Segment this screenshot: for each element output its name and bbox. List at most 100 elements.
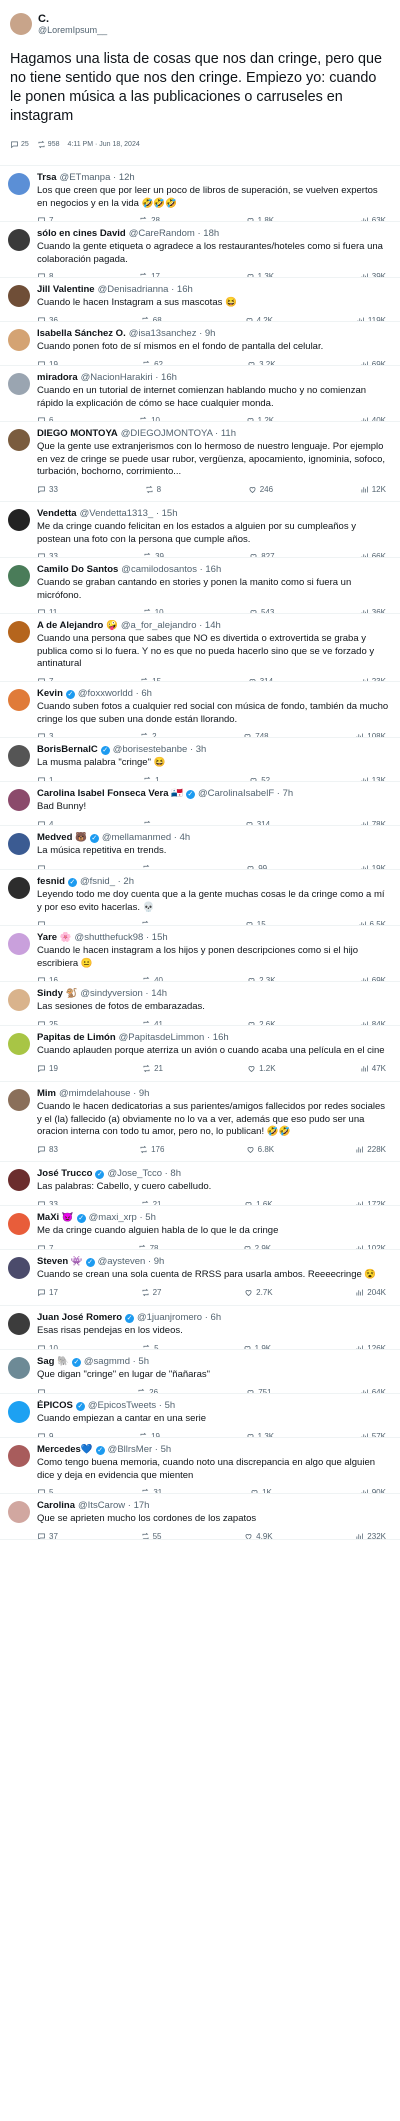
avatar[interactable] <box>8 877 30 899</box>
author-name[interactable]: C. <box>38 13 107 25</box>
author-handle[interactable]: @1juanjromero · 6h <box>137 1312 221 1324</box>
reply-item[interactable]: miradora @NacionHarakiri · 16h Cuando en u… <box>0 366 400 422</box>
avatar[interactable] <box>8 621 30 643</box>
reply-item[interactable]: Mercedes💙 ✓ @BllrsMer · 5h Como tengo buena… <box>0 1438 400 1494</box>
views-button[interactable]: 47K <box>360 1064 386 1073</box>
author-name[interactable]: Kevin <box>37 688 63 700</box>
avatar[interactable] <box>8 1033 30 1055</box>
reply-button[interactable]: 83 <box>37 1145 58 1154</box>
avatar[interactable] <box>8 1257 30 1279</box>
author-handle[interactable]: @CareRandom · 18h <box>129 228 219 240</box>
views-button[interactable]: 232K <box>355 1532 386 1539</box>
reply-item[interactable]: Yare 🌸 @shutthefuck98 · 15h Cuando le hace… <box>0 926 400 982</box>
views-button[interactable]: 204K <box>355 1288 386 1297</box>
author-name[interactable]: Trsa <box>37 172 57 184</box>
avatar[interactable] <box>8 373 30 395</box>
author-handle[interactable]: @LoremIpsum__ <box>38 25 107 36</box>
author-handle[interactable]: @CarolinaIsabelF · 7h <box>198 788 293 800</box>
author-handle[interactable]: @ETmanpa · 12h <box>60 172 135 184</box>
reply-button[interactable]: 37 <box>37 1532 58 1539</box>
author-name[interactable]: miradora <box>37 372 78 384</box>
author-handle[interactable]: @camilodosantos · 16h <box>121 564 221 576</box>
author-name[interactable]: Mim <box>37 1088 56 1100</box>
author-name[interactable]: Yare 🌸 <box>37 932 72 944</box>
author-handle[interactable]: @mimdelahouse · 9h <box>59 1088 149 1100</box>
avatar[interactable] <box>8 745 30 767</box>
reply-item[interactable]: Carolina @ItsCarow · 17h Que se aprieten m… <box>0 1494 400 1540</box>
views-button[interactable]: 228K <box>355 1145 386 1154</box>
avatar[interactable] <box>8 989 30 1011</box>
repost-button[interactable]: 55 <box>141 1532 161 1539</box>
avatar[interactable] <box>8 789 30 811</box>
reply-item[interactable]: ÉPICOS ✓ @EpicosTweets · 5h Cuando empiezan… <box>0 1394 400 1438</box>
author-name[interactable]: ÉPICOS <box>37 1400 73 1412</box>
reply-item[interactable]: A de Alejandro 🤪 @a_for_alejandro · 14h Cu… <box>0 614 400 682</box>
author-handle[interactable]: @mellamanmed · 4h <box>102 832 190 844</box>
avatar[interactable] <box>8 1501 30 1523</box>
author-handle[interactable]: @borisestebanbe · 3h <box>113 744 207 756</box>
author-name[interactable]: DIEGO MONTOYA <box>37 428 118 440</box>
author-name[interactable]: Papitas de Limón <box>37 1032 116 1044</box>
reply-item[interactable]: Juan José Romero ✓ @1juanjromero · 6h Esas … <box>0 1306 400 1350</box>
author-name[interactable]: A de Alejandro 🤪 <box>37 620 118 632</box>
repost-button[interactable]: 8 <box>145 485 161 494</box>
avatar[interactable] <box>8 1313 30 1335</box>
timestamp[interactable]: 4:11 PM · Jun 18, 2024 <box>67 141 139 148</box>
reply-item[interactable]: Isabella Sánchez O. @isa13sanchez · 9h Cua… <box>0 322 400 366</box>
reply-item[interactable]: Vendetta @Vendetta1313_ · 15h Me da cringe… <box>0 502 400 558</box>
author-name[interactable]: sólo en cines David <box>37 228 126 240</box>
author-name[interactable]: Vendetta <box>37 508 77 520</box>
author-handle[interactable]: @aysteven · 9h <box>98 1256 165 1268</box>
author-name[interactable]: Carolina Isabel Fonseca Vera 🇵🇦 <box>37 788 183 800</box>
avatar[interactable] <box>8 429 30 451</box>
reply-item[interactable]: Camilo Do Santos @camilodosantos · 16h Cua… <box>0 558 400 614</box>
reply-item[interactable]: DIEGO MONTOYA @DIEGOJMONTOYA · 11h Que la … <box>0 422 400 502</box>
avatar[interactable] <box>8 1213 30 1235</box>
author-handle[interactable]: @DIEGOJMONTOYA · 11h <box>121 428 236 440</box>
like-button[interactable]: 1.2K <box>247 1064 276 1073</box>
author-handle[interactable]: @fsnid_ · 2h <box>80 876 134 888</box>
author-name[interactable]: Medved 🐻 <box>37 832 87 844</box>
avatar[interactable] <box>8 229 30 251</box>
author-name[interactable]: José Trucco <box>37 1168 92 1180</box>
reply-item[interactable]: BorisBernalC ✓ @borisestebanbe · 3h La musm… <box>0 738 400 782</box>
author-name[interactable]: Camilo Do Santos <box>37 564 118 576</box>
author-handle[interactable]: @sagmmd · 5h <box>84 1356 149 1368</box>
avatar[interactable] <box>8 833 30 855</box>
author-handle[interactable]: @foxxworldd · 6h <box>78 688 152 700</box>
author-handle[interactable]: @Denisadrianna · 16h <box>98 284 193 296</box>
avatar[interactable] <box>8 565 30 587</box>
like-button[interactable]: 246 <box>248 485 273 494</box>
like-button[interactable]: 2.7K <box>244 1288 273 1297</box>
author-name[interactable]: Isabella Sánchez O. <box>37 328 126 340</box>
reply-item[interactable]: sólo en cines David @CareRandom · 18h Cuan… <box>0 222 400 278</box>
author-handle[interactable]: @BllrsMer · 5h <box>108 1444 172 1456</box>
avatar[interactable] <box>8 1401 30 1423</box>
repost-button[interactable]: 27 <box>141 1288 161 1297</box>
reply-item[interactable]: José Trucco ✓ @Jose_Tcco · 8h Las palabras:… <box>0 1162 400 1206</box>
views-button[interactable]: 12K <box>360 485 386 494</box>
avatar[interactable] <box>8 689 30 711</box>
avatar[interactable] <box>8 933 30 955</box>
avatar[interactable] <box>8 1445 30 1467</box>
reply-button[interactable]: 25 <box>10 140 29 149</box>
avatar[interactable] <box>8 329 30 351</box>
avatar[interactable] <box>8 1357 30 1379</box>
avatar[interactable] <box>10 13 32 35</box>
author-handle[interactable]: @ItsCarow · 17h <box>78 1500 149 1512</box>
reply-item[interactable]: Sindy 🐒 @sindyversion · 14h Las sesiones d… <box>0 982 400 1026</box>
reply-item[interactable]: Sag 🐘 ✓ @sagmmd · 5h Que digan "cringe" en … <box>0 1350 400 1394</box>
reply-item[interactable]: fesnid ✓ @fsnid_ · 2h Leyendo todo me doy c… <box>0 870 400 926</box>
author-name[interactable]: Carolina <box>37 1500 75 1512</box>
reply-item[interactable]: Mim @mimdelahouse · 9h Cuando le hacen ded… <box>0 1082 400 1162</box>
repost-button[interactable]: 176 <box>139 1145 164 1154</box>
author-handle[interactable]: @Vendetta1313_ · 15h <box>80 508 178 520</box>
author-name[interactable]: MaXi 😈 <box>37 1212 74 1224</box>
author-handle[interactable]: @shutthefuck98 · 15h <box>75 932 168 944</box>
author-name[interactable]: Sag 🐘 <box>37 1356 69 1368</box>
author-name[interactable]: fesnid <box>37 876 65 888</box>
reply-button[interactable]: 33 <box>37 485 58 494</box>
author-handle[interactable]: @a_for_alejandro · 14h <box>121 620 221 632</box>
author-handle[interactable]: @EpicosTweets · 5h <box>88 1400 175 1412</box>
avatar[interactable] <box>8 1169 30 1191</box>
